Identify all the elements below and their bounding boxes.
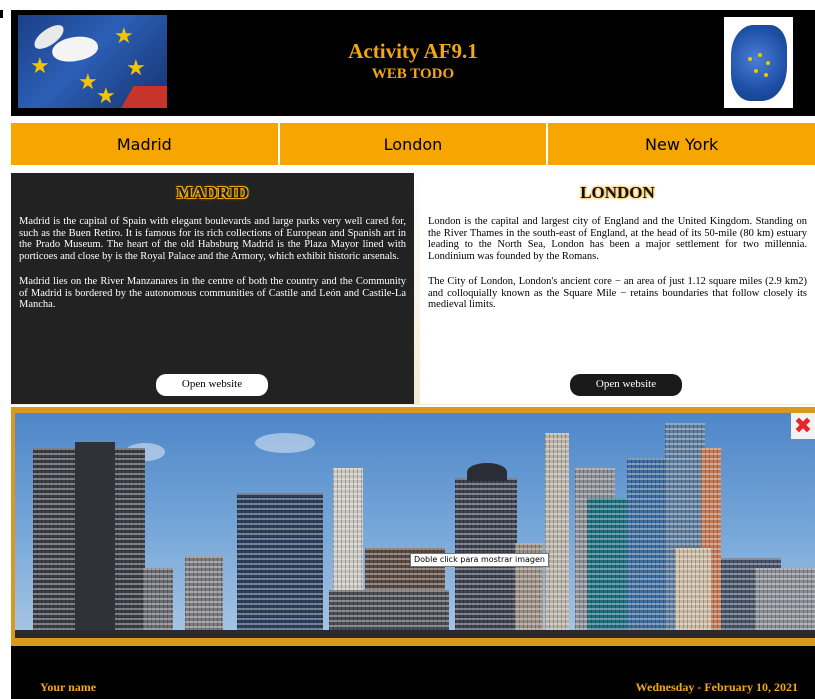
image-bottom-border <box>11 638 815 646</box>
london-paragraph-2: The City of London, London's ancient cor… <box>428 276 807 310</box>
city-tabs: Madrid London New York <box>11 123 815 165</box>
london-heading: LONDON <box>580 183 655 202</box>
page-subtitle: WEB TODO <box>371 66 455 82</box>
page-footer: Your name Wednesday - February 10, 2021 <box>11 646 815 699</box>
content-area: MADRID Madrid is the capital of Spain wi… <box>11 166 815 405</box>
new-york-skyline-image[interactable] <box>15 413 815 638</box>
footer-name: Your name <box>40 680 97 694</box>
tab-new-york[interactable]: New York <box>548 123 815 165</box>
madrid-heading: MADRID <box>176 183 249 202</box>
eu-map-logo <box>724 17 793 108</box>
madrid-panel: MADRID Madrid is the capital of Spain wi… <box>11 173 414 404</box>
edge-mark <box>0 10 3 18</box>
page-title: Activity AF9.1 <box>348 39 478 63</box>
tab-madrid[interactable]: Madrid <box>11 123 280 165</box>
image-frame <box>11 407 815 647</box>
footer-date: Wednesday - February 10, 2021 <box>635 680 798 694</box>
madrid-paragraph-1: Madrid is the capital of Spain with eleg… <box>19 216 406 262</box>
madrid-open-website-button[interactable]: Open website <box>156 374 268 396</box>
image-tooltip: Doble click para mostrar imagen <box>410 553 549 567</box>
tab-london[interactable]: London <box>280 123 549 165</box>
close-icon[interactable]: ✖ <box>791 413 815 439</box>
london-paragraph-1: London is the capital and largest city o… <box>428 216 807 262</box>
london-panel: LONDON London is the capital and largest… <box>420 173 815 404</box>
madrid-paragraph-2: Madrid lies on the River Manzanares in t… <box>19 276 406 310</box>
page-header: ★ ★ ★ ★ ★ Activity AF9.1 WEB TODO <box>11 10 815 116</box>
london-open-website-button[interactable]: Open website <box>570 374 682 396</box>
